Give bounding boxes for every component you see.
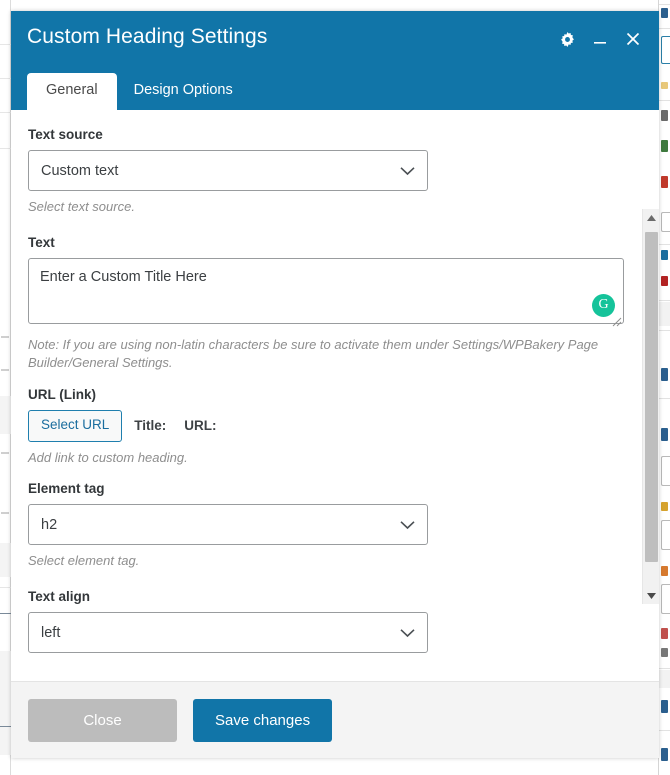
text-note: Note: If you are using non-latin charact…	[28, 336, 599, 371]
url-title-label: Title:	[134, 418, 167, 434]
text-align-select[interactable]: left	[28, 612, 428, 654]
text-source-label: Text source	[28, 127, 103, 142]
scrollbar-down-arrow-icon[interactable]	[643, 587, 659, 604]
field-text-source: Text source Custom text Select text sour…	[28, 127, 631, 217]
modal-window-controls	[556, 27, 644, 51]
field-url-link: URL (Link) Select URL Title: URL: Add li…	[28, 387, 631, 467]
text-textarea[interactable]	[28, 257, 624, 324]
element-tag-select[interactable]: h2	[28, 504, 428, 546]
text-source-select[interactable]: Custom text	[28, 150, 428, 192]
scrollbar-thumb[interactable]	[645, 232, 658, 562]
modal-body: Text source Custom text Select text sour…	[11, 110, 659, 681]
text-label: Text	[28, 234, 55, 250]
close-button[interactable]: Close	[28, 698, 177, 742]
select-url-button[interactable]: Select URL	[28, 409, 123, 442]
field-text: Text G Note: If you are using non-latin …	[28, 235, 631, 373]
tab-design-options[interactable]: Design Options	[117, 73, 250, 110]
url-value-label: URL:	[184, 418, 217, 434]
element-tag-description: Select element tag.	[28, 553, 140, 569]
background-right-panel	[658, 0, 670, 775]
text-source-description: Select text source.	[28, 199, 135, 215]
text-align-label: Text align	[28, 588, 91, 604]
element-tag-label: Element tag	[28, 481, 105, 497]
url-link-description: Add link to custom heading.	[28, 449, 188, 465]
modal-tabs: General Design Options	[27, 73, 250, 110]
modal-scrollbar[interactable]	[642, 209, 659, 604]
tab-general[interactable]: General	[27, 73, 117, 110]
close-icon[interactable]	[622, 27, 644, 51]
save-changes-button[interactable]: Save changes	[193, 698, 333, 742]
field-element-tag: Element tag h2 Select element tag.	[28, 481, 631, 571]
url-link-label: URL (Link)	[28, 386, 96, 402]
field-text-align: Text align left	[28, 588, 631, 654]
gear-icon[interactable]	[556, 27, 578, 51]
custom-heading-settings-modal: Custom Heading Settings General Design O…	[11, 11, 659, 758]
modal-title: Custom Heading Settings	[27, 25, 268, 48]
background-left-column	[0, 0, 11, 775]
modal-header: Custom Heading Settings General Design O…	[11, 11, 659, 110]
minimize-icon[interactable]	[589, 27, 611, 51]
grammarly-icon[interactable]: G	[592, 293, 615, 317]
modal-footer: Close Save changes	[11, 681, 659, 758]
scrollbar-up-arrow-icon[interactable]	[643, 209, 659, 226]
